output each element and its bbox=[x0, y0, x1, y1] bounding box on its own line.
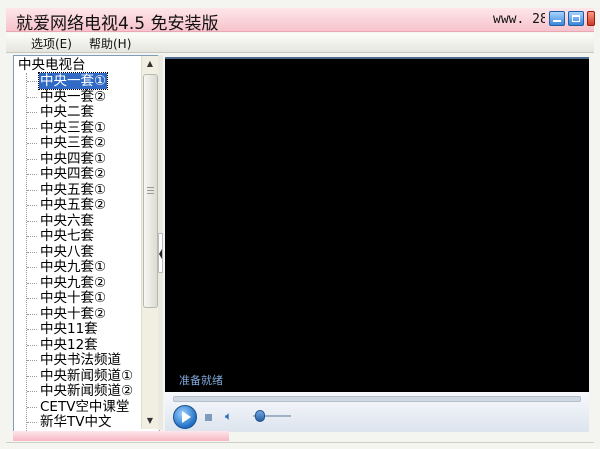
tree-connector bbox=[27, 282, 37, 284]
tree-item-label: 中央七套 bbox=[40, 228, 94, 244]
tree-item-label: 中央11套 bbox=[40, 321, 98, 337]
tree-connector bbox=[27, 391, 37, 392]
scroll-thumb[interactable] bbox=[143, 74, 158, 308]
tree-connector bbox=[27, 267, 37, 268]
tree-item-label: 中央一套② bbox=[40, 88, 107, 105]
video-area[interactable]: 准备就绪 bbox=[165, 57, 589, 392]
tree-item-label: 中央九套② bbox=[40, 274, 107, 291]
tree-connector bbox=[27, 174, 37, 175]
tree-item-label: 中央九套① bbox=[40, 259, 107, 275]
tree-connector bbox=[27, 127, 37, 129]
tree-item-label: 中央三套② bbox=[40, 135, 107, 151]
tree-connector bbox=[27, 360, 37, 361]
stop-icon[interactable] bbox=[205, 414, 212, 421]
tree-item-label: 中央五套② bbox=[40, 197, 107, 213]
title-url: www. 28 bbox=[493, 12, 545, 27]
tree-connector bbox=[27, 143, 37, 144]
tree-item-label: 中央五套① bbox=[40, 181, 107, 198]
seek-bar[interactable] bbox=[173, 396, 581, 402]
scroll-down-icon[interactable]: ▼ bbox=[142, 413, 158, 429]
tree-connector bbox=[27, 251, 37, 253]
tree-connector bbox=[27, 298, 37, 299]
tree-item-label: 中央四套② bbox=[40, 166, 107, 182]
tree-item-label: 中央八套 bbox=[40, 243, 94, 260]
tree-item-label: 中央六套 bbox=[40, 212, 94, 229]
tree-connector bbox=[27, 158, 37, 160]
tree-connector bbox=[27, 205, 37, 206]
menu-options[interactable]: 选项(E) bbox=[31, 35, 72, 52]
channel-tree[interactable]: 中央电视台 中央一套① 中央一套② 中央二套 中央三套① 中央三套② 中央四套① 中央四套②… bbox=[13, 55, 160, 432]
tree-root-cctv[interactable]: 中央电视台 bbox=[18, 57, 86, 73]
scroll-up-icon[interactable]: ▲ bbox=[142, 56, 158, 72]
tree-item-label: 新华TV中文 bbox=[40, 414, 112, 430]
tree-item-label: 中央书法频道 bbox=[40, 352, 121, 368]
status-text: 准备就绪 bbox=[179, 374, 223, 387]
tree-item-label: CETV空中课堂 bbox=[40, 398, 130, 415]
tree-connector bbox=[27, 81, 37, 82]
tree-item-label: 中央十套① bbox=[40, 290, 107, 306]
tree-connector bbox=[27, 344, 37, 346]
window-border bbox=[6, 442, 594, 443]
tree-connector bbox=[27, 236, 37, 237]
tree-item-label: 中央新闻频道① bbox=[40, 367, 134, 384]
window-title: 就爱网络电视4.5 免安装版 bbox=[16, 14, 219, 34]
tree-connector bbox=[27, 112, 37, 113]
menu-help[interactable]: 帮助(H) bbox=[89, 35, 131, 52]
player-controls: 🔈︎ bbox=[165, 392, 589, 432]
tree-connector bbox=[27, 406, 37, 408]
tree-connector bbox=[27, 313, 37, 315]
tree-item-label: 中央12套 bbox=[40, 336, 98, 353]
tree-connector bbox=[27, 375, 37, 377]
volume-knob[interactable] bbox=[254, 410, 265, 422]
tree-item-label: 中央新闻频道② bbox=[40, 383, 134, 399]
tree-item-label: 中央十套② bbox=[40, 305, 107, 322]
tree-item-label: 中央二套 bbox=[40, 104, 94, 120]
tree-connector bbox=[27, 422, 37, 423]
tree-scrollbar[interactable]: ▲ ▼ bbox=[141, 56, 158, 429]
play-icon[interactable] bbox=[173, 405, 197, 429]
menu-bar: 选项(E) 帮助(H) bbox=[6, 33, 594, 53]
tree-connector bbox=[27, 220, 37, 222]
speaker-icon[interactable]: 🔈︎ bbox=[225, 409, 243, 423]
tree-connector bbox=[27, 329, 37, 330]
tree-connector bbox=[27, 96, 37, 98]
app-window: 就爱网络电视4.5 免安装版 www. 28 选项(E) 帮助(H) 中央电视台… bbox=[0, 0, 600, 449]
title-bar[interactable]: 就爱网络电视4.5 免安装版 www. 28 bbox=[6, 8, 595, 34]
tree-connector bbox=[27, 189, 37, 191]
minimize-icon[interactable] bbox=[549, 11, 565, 26]
status-bar bbox=[13, 431, 229, 441]
close-icon[interactable] bbox=[587, 11, 595, 26]
collapse-arrow-icon[interactable] bbox=[158, 233, 163, 273]
maximize-icon[interactable] bbox=[568, 11, 584, 26]
tree-item-label: 中央一套① bbox=[37, 72, 109, 90]
tree-item-label: 中央三套① bbox=[40, 119, 107, 136]
tree-item-label: 中央四套① bbox=[40, 150, 107, 167]
